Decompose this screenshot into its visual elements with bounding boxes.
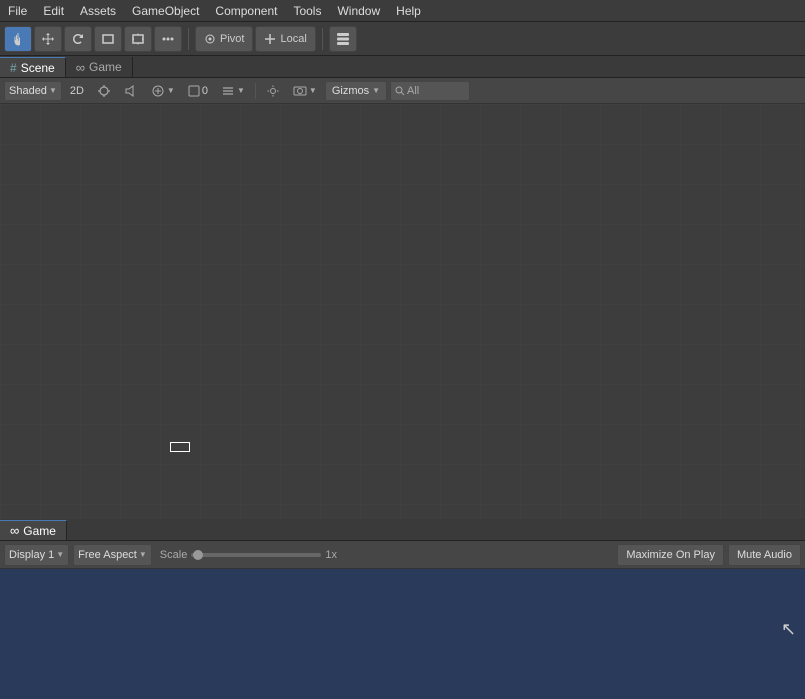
maximize-on-play-button[interactable]: Maximize On Play bbox=[617, 544, 724, 566]
local-button[interactable]: Local bbox=[255, 26, 315, 52]
gizmos-dropdown-arrow: ▼ bbox=[372, 86, 380, 95]
scene-tab[interactable]: # Scene bbox=[0, 57, 66, 77]
display-dropdown-arrow: ▼ bbox=[56, 550, 64, 559]
menu-file[interactable]: File bbox=[0, 2, 35, 20]
pivot-button[interactable]: Pivot bbox=[195, 26, 253, 52]
menu-assets[interactable]: Assets bbox=[72, 2, 124, 20]
menu-tools[interactable]: Tools bbox=[285, 2, 329, 20]
game-tabs-bar: ∞ Game bbox=[0, 519, 805, 541]
extra-dropdown-arrow: ▼ bbox=[237, 86, 245, 95]
move-tool-button[interactable] bbox=[34, 26, 62, 52]
game-viewport[interactable]: ↖ bbox=[0, 569, 805, 699]
game-tab[interactable]: ∞ Game bbox=[66, 57, 133, 77]
scale-thumb bbox=[193, 550, 203, 560]
camera-dropdown-arrow: ▼ bbox=[309, 86, 317, 95]
scale-label: Scale bbox=[160, 549, 188, 561]
aspect-dropdown-arrow: ▼ bbox=[139, 550, 147, 559]
scene-lighting-button[interactable] bbox=[92, 81, 116, 101]
scale-slider[interactable] bbox=[191, 553, 321, 557]
hand-tool-button[interactable] bbox=[4, 26, 32, 52]
mute-audio-button[interactable]: Mute Audio bbox=[728, 544, 801, 566]
scene-toolbar: Shaded ▼ 2D ▼ 0 ▼ bbox=[0, 78, 805, 104]
menu-help[interactable]: Help bbox=[388, 2, 429, 20]
scene-extra-button[interactable]: ▼ bbox=[216, 81, 250, 101]
2d-toggle-button[interactable]: 2D bbox=[65, 81, 89, 101]
menu-bar: File Edit Assets GameObject Component To… bbox=[0, 0, 805, 22]
rect-tool-button[interactable] bbox=[94, 26, 122, 52]
scene-settings-button[interactable] bbox=[261, 81, 285, 101]
panel-tabs-bar: # Scene ∞ Game bbox=[0, 56, 805, 78]
cursor-indicator: ↖ bbox=[781, 619, 793, 637]
search-placeholder: All bbox=[407, 85, 419, 97]
shading-dropdown-arrow: ▼ bbox=[49, 86, 57, 95]
aspect-ratio-dropdown[interactable]: Free Aspect ▼ bbox=[73, 544, 152, 566]
toolbar-sep-1 bbox=[188, 28, 189, 50]
scene-grid bbox=[0, 104, 805, 519]
menu-gameobject[interactable]: GameObject bbox=[124, 2, 207, 20]
custom-tool-button[interactable] bbox=[154, 26, 182, 52]
scene-fx-button[interactable]: ▼ bbox=[146, 81, 180, 101]
game-panel-tab[interactable]: ∞ Game bbox=[0, 520, 67, 540]
menu-edit[interactable]: Edit bbox=[35, 2, 72, 20]
game-toolbar: Display 1 ▼ Free Aspect ▼ Scale 1x Maxim… bbox=[0, 541, 805, 569]
scene-sep-1 bbox=[255, 83, 256, 99]
scene-viewport[interactable] bbox=[0, 104, 805, 519]
scene-audio-button[interactable] bbox=[119, 81, 143, 101]
display-dropdown[interactable]: Display 1 ▼ bbox=[4, 544, 69, 566]
shading-mode-dropdown[interactable]: Shaded ▼ bbox=[4, 81, 62, 101]
toolbar-sep-2 bbox=[322, 28, 323, 50]
scene-object bbox=[170, 442, 190, 452]
scale-value: 1x bbox=[325, 549, 337, 561]
overlay-count-button[interactable]: 0 bbox=[183, 81, 213, 101]
camera-dropdown-button[interactable]: ▼ bbox=[288, 81, 322, 101]
fx-dropdown-arrow: ▼ bbox=[167, 86, 175, 95]
gizmos-button[interactable]: Gizmos ▼ bbox=[325, 81, 387, 101]
layers-button[interactable] bbox=[329, 26, 357, 52]
menu-component[interactable]: Component bbox=[207, 2, 285, 20]
transform-tool-button[interactable] bbox=[124, 26, 152, 52]
scene-search-box[interactable]: All bbox=[390, 81, 470, 101]
menu-window[interactable]: Window bbox=[329, 2, 388, 20]
main-toolbar: Pivot Local bbox=[0, 22, 805, 56]
rotate-tool-button[interactable] bbox=[64, 26, 92, 52]
